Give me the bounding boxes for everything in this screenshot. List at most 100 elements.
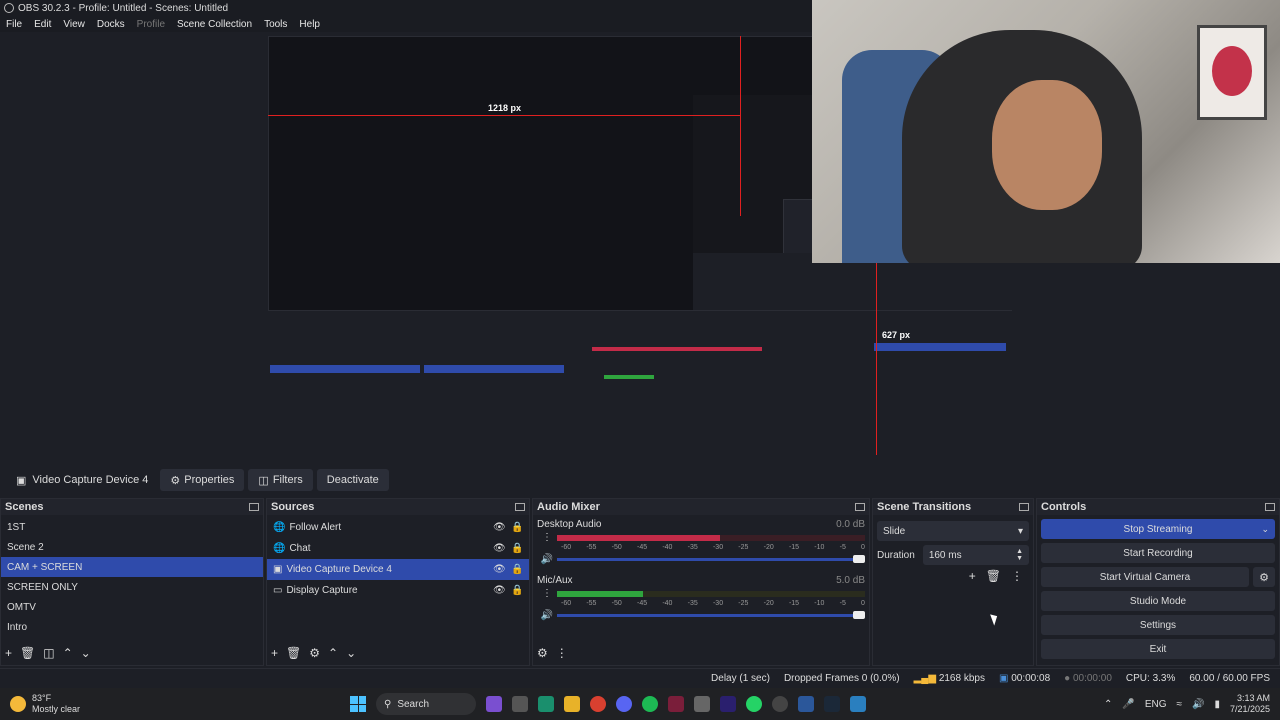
notepad-icon[interactable] <box>850 696 866 712</box>
source-item-video-capture-device-4[interactable]: ▣ Video Capture Device 4 👁 🔒 <box>267 559 529 580</box>
channel-menu-icon[interactable]: ⋮ <box>537 588 557 599</box>
window-title: OBS 30.2.3 - Profile: Untitled - Scenes:… <box>18 2 229 14</box>
start-virtual-camera-button[interactable]: Start Virtual Camera <box>1041 567 1249 587</box>
remove-transition-icon[interactable]: 🗑 <box>986 569 1001 583</box>
word-icon[interactable] <box>798 696 814 712</box>
channel-menu-icon[interactable]: ⋮ <box>537 532 557 543</box>
move-down-icon[interactable]: ⌄ <box>81 646 91 660</box>
battery-icon[interactable]: ▮ <box>1214 699 1220 710</box>
taskbar-search[interactable]: ⚲ Search <box>376 693 476 715</box>
visibility-eye-icon[interactable]: 👁 <box>493 585 506 596</box>
spotify-icon[interactable] <box>642 696 658 712</box>
scene-item-screen-only[interactable]: SCREEN ONLY <box>1 577 263 597</box>
deactivate-button[interactable]: Deactivate <box>316 469 389 491</box>
discord-icon[interactable] <box>616 696 632 712</box>
speaker-icon[interactable]: 🔊 <box>537 554 557 565</box>
scene-item-cam-screen[interactable]: CAM + SCREEN <box>1 557 263 577</box>
windows-start-icon[interactable] <box>350 696 366 712</box>
lock-icon[interactable]: 🔒 <box>511 522 523 533</box>
chevron-down-icon[interactable]: ⌄ <box>1261 524 1269 535</box>
obs-taskbar-icon[interactable] <box>772 696 788 712</box>
move-down-icon[interactable]: ⌄ <box>346 646 356 660</box>
transition-menu-icon[interactable]: ⋮ <box>1011 569 1023 583</box>
duration-spinbox[interactable]: 160 ms ▲ ▼ <box>922 545 1029 565</box>
menu-view[interactable]: View <box>57 19 91 30</box>
remove-scene-icon[interactable]: 🗑 <box>20 646 35 660</box>
undock-icon[interactable] <box>249 503 259 511</box>
undock-icon[interactable] <box>1265 503 1275 511</box>
move-up-icon[interactable]: ⌃ <box>328 646 338 660</box>
volume-slider[interactable] <box>557 611 865 619</box>
lock-icon[interactable]: 🔒 <box>511 564 523 575</box>
virtual-camera-gear-icon[interactable]: ⚙ <box>1253 567 1275 587</box>
menu-scene-collection[interactable]: Scene Collection <box>171 19 258 30</box>
add-transition-icon[interactable]: + <box>969 569 976 583</box>
speaker-icon[interactable]: 🔊 <box>537 610 557 621</box>
steam-icon[interactable] <box>824 696 840 712</box>
scene-item-scene-2[interactable]: Scene 2 <box>1 537 263 557</box>
document-app-icon[interactable] <box>694 696 710 712</box>
edge-icon[interactable] <box>538 696 554 712</box>
menu-docks[interactable]: Docks <box>91 19 131 30</box>
remove-source-icon[interactable]: 🗑 <box>286 646 301 660</box>
undock-icon[interactable] <box>1019 503 1029 511</box>
properties-button[interactable]: ⚙ Properties <box>160 469 245 491</box>
copilot-icon[interactable] <box>486 696 502 712</box>
studio-mode-button[interactable]: Studio Mode <box>1041 591 1275 611</box>
start-recording-button[interactable]: Start Recording <box>1041 543 1275 563</box>
webcam-feed[interactable] <box>812 0 1280 263</box>
scene-item-omtv[interactable]: OMTV <box>1 597 263 617</box>
microphone-icon[interactable]: 🎤 <box>1122 699 1134 710</box>
visibility-eye-icon[interactable]: 👁 <box>493 522 506 533</box>
meter-tick: -35 <box>687 544 698 551</box>
lock-icon[interactable]: 🔒 <box>511 585 523 596</box>
premiere-icon[interactable] <box>720 696 736 712</box>
volume-slider[interactable] <box>557 555 865 563</box>
audio-mixer-dock: Audio Mixer Desktop Audio 0.0 dB ⋮ -60 -… <box>532 498 870 666</box>
lock-icon[interactable]: 🔒 <box>511 543 523 554</box>
scene-item-1st[interactable]: 1ST <box>1 517 263 537</box>
exit-button[interactable]: Exit <box>1041 639 1275 659</box>
chrome-icon[interactable] <box>590 696 606 712</box>
spin-arrows-icon[interactable]: ▲ ▼ <box>1016 548 1023 562</box>
status-bar: Delay (1 sec) Dropped Frames 0 (0.0%) ▂▄… <box>0 668 1280 688</box>
taskbar-clock[interactable]: 3:13 AM 7/21/2025 <box>1230 693 1270 715</box>
settings-button[interactable]: Settings <box>1041 615 1275 635</box>
visibility-eye-icon[interactable]: 👁 <box>493 543 506 554</box>
filters-button[interactable]: ◫ Filters <box>248 469 313 491</box>
source-properties-gear-icon[interactable]: ⚙ <box>309 646 320 660</box>
media-app-icon[interactable] <box>668 696 684 712</box>
scene-filters-icon[interactable]: ◫ <box>43 646 54 660</box>
move-up-icon[interactable]: ⌃ <box>63 646 73 660</box>
monitor-icon: ▭ <box>273 585 283 596</box>
file-explorer-icon[interactable] <box>564 696 580 712</box>
volume-icon[interactable]: 🔊 <box>1192 699 1204 710</box>
menu-file[interactable]: File <box>0 19 28 30</box>
source-item-display-capture[interactable]: ▭ Display Capture 👁 🔒 <box>267 580 529 601</box>
wifi-icon[interactable]: ≈ <box>1176 699 1182 710</box>
visibility-eye-icon[interactable]: 👁 <box>493 564 506 575</box>
stop-streaming-button[interactable]: Stop Streaming ⌄ <box>1041 519 1275 539</box>
menu-tools[interactable]: Tools <box>258 19 293 30</box>
source-item-chat[interactable]: 🌐 Chat 👁 🔒 <box>267 538 529 559</box>
undock-icon[interactable] <box>855 503 865 511</box>
mixer-menu-icon[interactable]: ⋮ <box>556 646 568 660</box>
transition-select[interactable]: Slide ▾ <box>877 521 1029 541</box>
undock-icon[interactable] <box>515 503 525 511</box>
language-indicator[interactable]: ENG <box>1145 699 1167 710</box>
add-scene-icon[interactable]: + <box>5 646 12 660</box>
scene-item-intro[interactable]: Intro <box>1 617 263 637</box>
tray-chevron-up-icon[interactable]: ⌃ <box>1104 699 1112 710</box>
task-view-icon[interactable] <box>512 696 528 712</box>
whatsapp-icon[interactable] <box>746 696 762 712</box>
gear-icon: ⚙ <box>170 474 181 487</box>
volume-slider-knob[interactable] <box>853 611 865 619</box>
meter-tick: -20 <box>763 544 774 551</box>
add-source-icon[interactable]: + <box>271 646 278 660</box>
menu-edit[interactable]: Edit <box>28 19 57 30</box>
weather-widget[interactable]: 83°F Mostly clear <box>0 693 200 715</box>
source-item-follow-alert[interactable]: 🌐 Follow Alert 👁 🔒 <box>267 517 529 538</box>
menu-help[interactable]: Help <box>293 19 326 30</box>
advanced-audio-gear-icon[interactable]: ⚙ <box>537 646 548 660</box>
volume-slider-knob[interactable] <box>853 555 865 563</box>
